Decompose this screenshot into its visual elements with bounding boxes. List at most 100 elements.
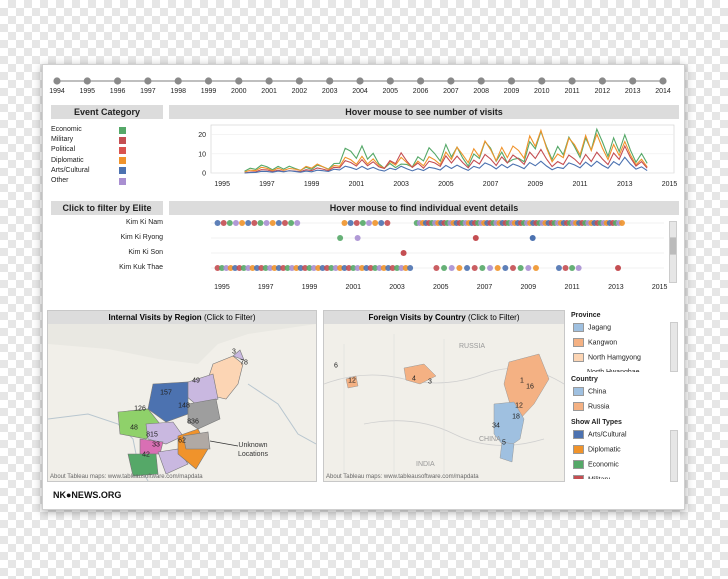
types-legend-scrollbar[interactable] <box>670 430 678 482</box>
event-dot[interactable] <box>532 265 539 271</box>
event-dot[interactable] <box>575 265 582 271</box>
event-dot[interactable] <box>525 265 532 271</box>
event-dot[interactable] <box>471 265 478 271</box>
timeline-year-dot[interactable] <box>53 77 61 85</box>
event-dot[interactable] <box>472 235 479 241</box>
province-legend-item[interactable]: Jagang <box>573 323 611 332</box>
foreign-map-attribution[interactable]: About Tableau maps: www.tableausoftware.… <box>326 474 479 480</box>
province-legend-item[interactable]: North Hwanghae <box>573 368 640 372</box>
province-legend-scrollbar[interactable] <box>670 322 678 372</box>
timeline-year-dot[interactable] <box>598 77 607 85</box>
timeline-year-dot[interactable] <box>265 77 273 85</box>
province-legend-item[interactable]: Kangwon <box>573 338 617 347</box>
event-dot[interactable] <box>220 220 227 226</box>
country-legend-item[interactable]: Russia <box>573 402 609 411</box>
event-dot[interactable] <box>269 220 276 226</box>
event-details-dotplot[interactable]: 1995 1997 1999 2001 2003 2005 2007 2009 2011 2013… <box>169 217 669 297</box>
event-dot[interactable] <box>555 265 562 271</box>
timeline-year-dot[interactable] <box>204 77 213 85</box>
internal-map-attribution[interactable]: About Tableau maps: www.tableausoftware.… <box>50 474 203 480</box>
timeline-year-dot[interactable] <box>659 77 667 85</box>
event-dot[interactable] <box>384 220 391 226</box>
event-dot[interactable] <box>618 220 625 226</box>
event-dot[interactable] <box>441 265 448 271</box>
event-dot[interactable] <box>456 265 463 271</box>
type-legend-item[interactable]: Economic <box>573 460 619 469</box>
event-dot[interactable] <box>615 265 622 271</box>
event-dot[interactable] <box>464 265 471 271</box>
event-dot[interactable] <box>366 220 373 226</box>
event-dot[interactable] <box>359 220 366 226</box>
event-dot[interactable] <box>245 220 252 226</box>
timeline-year-dot[interactable] <box>356 77 364 85</box>
event-dot[interactable] <box>529 235 536 241</box>
type-legend-item[interactable]: Diplomatic <box>573 445 621 454</box>
event-dot[interactable] <box>251 220 258 226</box>
timeline-year-dot[interactable] <box>295 77 303 85</box>
timeline-year-dot[interactable] <box>144 77 152 85</box>
event-dot[interactable] <box>510 265 516 271</box>
event-dot[interactable] <box>232 220 239 226</box>
event-dot[interactable] <box>226 220 233 226</box>
event-dot[interactable] <box>354 235 361 241</box>
elite-filter-list[interactable]: Kim Ki Nam Kim Ki Ryong Kim Ki Son Kim Kuk … <box>43 219 163 279</box>
event-dot[interactable] <box>400 250 407 256</box>
elite-name-item[interactable]: Kim Ki Ryong <box>43 234 163 241</box>
timeline-year-dot[interactable] <box>326 77 334 85</box>
event-dot[interactable] <box>275 220 282 226</box>
elite-name-item[interactable]: Kim Ki Nam <box>43 219 163 226</box>
timeline-year-dot[interactable] <box>538 77 546 85</box>
visits-line-chart[interactable]: 20 10 0 1995 1997 1999 2001 2003 2005 2007 2009 201… <box>169 121 679 191</box>
event-dot[interactable] <box>288 220 295 226</box>
event-category-item[interactable]: Economic <box>51 125 141 135</box>
event-dot[interactable] <box>214 220 221 226</box>
event-category-item[interactable]: Diplomatic <box>51 156 141 166</box>
event-dot[interactable] <box>433 265 440 271</box>
event-dot[interactable] <box>337 235 344 241</box>
timeline-year-dot[interactable] <box>174 77 182 85</box>
timeline-year-dot[interactable] <box>629 77 637 85</box>
event-dot[interactable] <box>294 220 301 226</box>
nknews-logo[interactable]: NK●NEWS.ORG <box>53 490 121 500</box>
elite-name-item[interactable]: Kim Kuk Thae <box>43 264 163 271</box>
event-dot[interactable] <box>281 220 288 226</box>
event-dot[interactable] <box>347 220 354 226</box>
timeline-year-dot[interactable] <box>477 77 485 85</box>
timeline-year-dot[interactable] <box>235 77 243 85</box>
event-dot[interactable] <box>407 265 414 271</box>
event-category-item[interactable]: Military <box>51 135 141 145</box>
event-dot[interactable] <box>517 265 524 271</box>
event-details-scroll-thumb[interactable] <box>669 237 677 255</box>
event-dot[interactable] <box>239 220 246 226</box>
event-category-item[interactable]: Arts/Cultural <box>51 166 141 176</box>
event-category-item[interactable]: Political <box>51 145 141 155</box>
event-dot[interactable] <box>494 265 501 271</box>
year-timeline[interactable]: 1994 1995 1996 1997 1998 1999 2000 2001 2002 2003… <box>43 65 684 99</box>
timeline-year-dot[interactable] <box>114 77 122 85</box>
type-legend-item[interactable]: Military <box>573 475 610 479</box>
timeline-year-dot[interactable] <box>447 77 455 85</box>
timeline-year-dot[interactable] <box>83 77 91 85</box>
event-dot[interactable] <box>378 220 385 226</box>
event-dot[interactable] <box>562 265 569 271</box>
internal-map-filter-hint[interactable]: (Click to Filter) <box>204 313 256 322</box>
event-dot[interactable] <box>479 265 486 271</box>
event-dot[interactable] <box>372 220 379 226</box>
event-dot[interactable] <box>263 220 270 226</box>
event-dot[interactable] <box>502 265 509 271</box>
world-countries[interactable] <box>324 324 564 481</box>
country-legend-item[interactable]: China <box>573 387 606 396</box>
timeline-year-dot[interactable] <box>568 77 576 85</box>
event-dot[interactable] <box>257 220 264 226</box>
internal-visits-map[interactable]: Internal Visits by Region (Click to Filt… <box>47 310 317 482</box>
event-dot[interactable] <box>448 265 455 271</box>
timeline-year-dot[interactable] <box>417 77 425 85</box>
province-legend-item[interactable]: North Hamgyong <box>573 353 641 362</box>
foreign-visits-map[interactable]: Foreign Visits by Country (Click to Filt… <box>323 310 565 482</box>
event-dot[interactable] <box>569 265 576 271</box>
timeline-year-dot[interactable] <box>386 77 394 85</box>
event-dot[interactable] <box>487 265 494 271</box>
timeline-year-dot[interactable] <box>507 77 516 85</box>
foreign-map-filter-hint[interactable]: (Click to Filter) <box>468 313 520 322</box>
elite-name-item[interactable]: Kim Ki Son <box>43 249 163 256</box>
